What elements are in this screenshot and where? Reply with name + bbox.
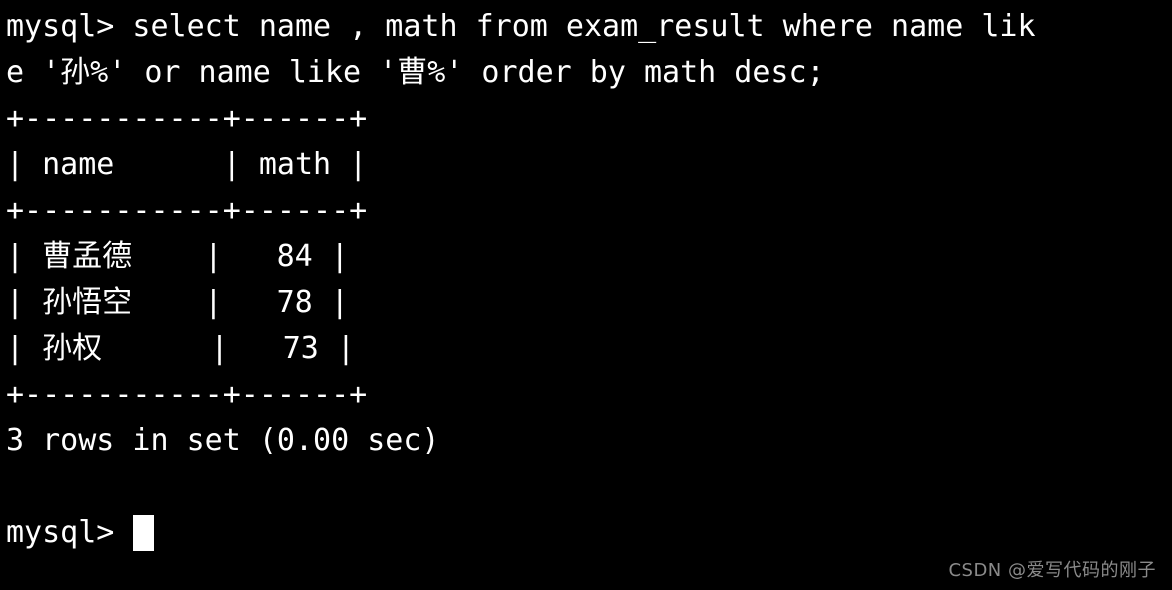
csdn-watermark: CSDN @爱写代码的刚子: [948, 560, 1156, 581]
active-prompt-line[interactable]: mysql>: [6, 510, 1172, 556]
table-row: | 孙悟空 | 78 |: [6, 285, 349, 320]
table-row: | 孙权 | 73 |: [6, 331, 355, 366]
table-bottom-border: +-----------+------+: [6, 377, 368, 412]
table-top-border: +-----------+------+: [6, 101, 368, 136]
command-line-2: e '孙%' or name like '曹%' order by math d…: [6, 55, 825, 90]
table-header-row: | name | math |: [6, 147, 368, 182]
terminal-screen: mysql> select name , math from exam_resu…: [6, 4, 1172, 556]
table-header-separator: +-----------+------+: [6, 193, 368, 228]
result-status-line: 3 rows in set (0.00 sec): [6, 423, 440, 458]
prompt-label: mysql>: [6, 515, 133, 550]
block-cursor-icon: [133, 515, 155, 551]
table-row: | 曹孟德 | 84 |: [6, 239, 349, 274]
command-line-1: mysql> select name , math from exam_resu…: [6, 9, 1036, 44]
terminal-window[interactable]: mysql> select name , math from exam_resu…: [0, 0, 1172, 590]
